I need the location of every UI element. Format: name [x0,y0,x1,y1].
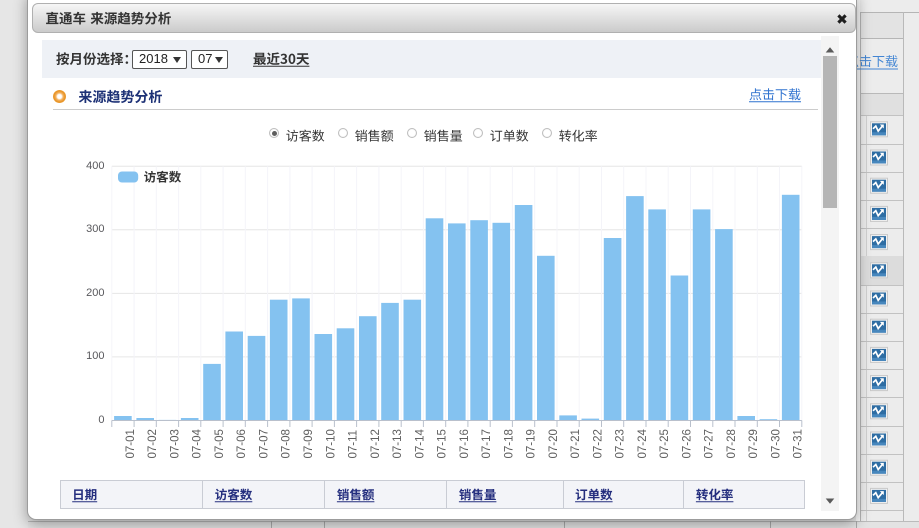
svg-text:07-23: 07-23 [615,429,627,458]
svg-text:07-06: 07-06 [236,429,248,458]
svg-text:07-28: 07-28 [726,429,738,458]
svg-text:07-08: 07-08 [281,429,293,458]
svg-text:07-05: 07-05 [214,429,226,458]
svg-text:07-26: 07-26 [681,429,693,458]
svg-text:07-20: 07-20 [548,429,560,458]
svg-text:07-17: 07-17 [481,429,493,458]
svg-text:07-03: 07-03 [169,429,181,458]
svg-text:07-07: 07-07 [259,429,271,458]
svg-text:07-12: 07-12 [370,429,382,458]
svg-text:07-09: 07-09 [303,429,315,458]
svg-text:07-14: 07-14 [414,428,426,458]
svg-text:07-01: 07-01 [125,429,137,458]
svg-text:07-19: 07-19 [526,429,538,458]
svg-text:07-25: 07-25 [659,429,671,458]
svg-text:07-10: 07-10 [325,429,337,458]
svg-text:07-21: 07-21 [570,429,582,458]
svg-text:07-29: 07-29 [748,429,760,458]
svg-text:07-15: 07-15 [437,429,449,458]
svg-text:07-24: 07-24 [637,428,649,458]
svg-text:07-16: 07-16 [459,429,471,458]
svg-text:07-30: 07-30 [770,429,782,458]
svg-text:07-11: 07-11 [348,430,360,459]
svg-text:07-04: 07-04 [192,428,204,458]
svg-text:07-18: 07-18 [503,429,515,458]
svg-text:07-31: 07-31 [793,429,805,458]
svg-text:07-02: 07-02 [147,429,159,458]
svg-text:07-27: 07-27 [704,429,716,458]
svg-text:07-22: 07-22 [592,429,604,458]
svg-text:07-13: 07-13 [392,429,404,458]
